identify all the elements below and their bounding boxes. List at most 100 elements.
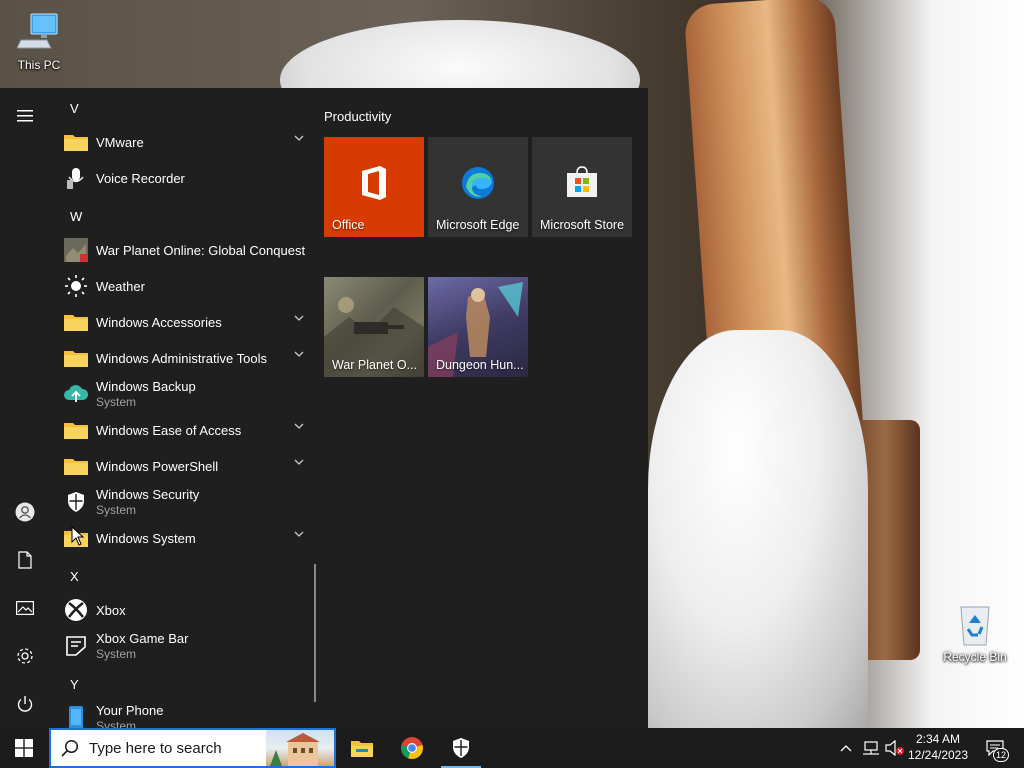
taskbar-windows-security[interactable] [437,728,485,768]
settings-button[interactable] [0,636,50,676]
app-name: Windows System [96,530,196,546]
folder-icon [62,452,90,480]
power-button[interactable] [0,684,50,724]
app-list-scrollbar[interactable] [314,564,316,702]
cloud-upload-icon [62,380,90,408]
tile-label: Dungeon Hun... [436,358,524,372]
letter-header-y[interactable]: Y [70,677,79,692]
desktop-icon-label: Recycle Bin [943,650,1007,664]
power-icon [17,696,33,712]
app-name: Your Phone [96,703,164,718]
file-explorer-icon [351,741,373,757]
letter-header-x[interactable]: X [70,569,79,584]
start-button[interactable] [0,728,48,768]
letter-header-v[interactable]: V [70,101,79,116]
chevron-down-icon[interactable] [294,314,304,322]
app-subtitle: System [96,503,137,517]
app-windows-system[interactable]: Windows System [62,520,312,556]
app-xbox[interactable]: Xbox [62,592,312,628]
expand-button[interactable] [0,96,50,136]
tiles-area: Productivity Office Microsoft Edge Micro… [324,88,648,728]
app-voice-recorder[interactable]: Voice Recorder [62,160,312,196]
search-icon [61,739,79,757]
tile-label: War Planet O... [332,358,417,372]
app-name: Windows Security [96,487,200,502]
chevron-down-icon[interactable] [294,422,304,430]
recycle-bin-icon [951,600,999,648]
tile-microsoft-store[interactable]: Microsoft Store [532,137,632,237]
settings-icon [17,648,33,664]
chevron-down-icon[interactable] [294,530,304,538]
tile-office[interactable]: Office [324,137,424,237]
user-icon [15,502,35,522]
app-name: Xbox Game Bar [96,631,189,646]
app-windows-accessories[interactable]: Windows Accessories [62,304,312,340]
search-placeholder: Type here to search [89,739,222,757]
app-list: V VMware Voice Recorder W War Planet Onl… [50,88,312,728]
chevron-down-icon[interactable] [294,350,304,358]
app-subtitle: System [96,719,137,728]
search-box[interactable]: Type here to search [49,728,336,768]
desktop-icon-label: This PC [17,58,61,72]
tile-dungeon-hunter[interactable]: Dungeon Hun... [428,277,528,377]
app-name: Voice Recorder [96,170,185,186]
tile-microsoft-edge[interactable]: Microsoft Edge [428,137,528,237]
computer-icon [15,8,63,56]
tray-network[interactable] [860,728,882,768]
app-weather[interactable]: Weather [62,268,312,304]
mouse-cursor-icon [71,526,85,546]
desktop-icon-this-pc[interactable]: This PC [4,8,74,72]
taskbar-chrome[interactable] [388,728,436,768]
app-subtitle: System [96,647,137,661]
tile-group-title[interactable]: Productivity [324,109,391,124]
store-icon [532,165,632,199]
pictures-icon [16,601,34,615]
edge-icon [428,165,528,201]
folder-icon [62,128,90,156]
chevron-down-icon[interactable] [294,458,304,466]
clock-time: 2:34 AM [915,732,961,746]
app-war-planet-online[interactable]: War Planet Online: Global Conquest [62,232,312,268]
tile-label: Microsoft Store [540,218,625,232]
start-rail [0,88,50,728]
sun-icon [62,272,90,300]
phone-icon [62,704,90,728]
shield-icon [62,488,90,516]
xbox-icon [62,596,90,624]
taskbar-file-explorer[interactable] [338,728,386,768]
taskbar: Type here to search 2:34 AM 12/24/2023 1… [0,728,1024,768]
chevron-up-icon [840,745,852,752]
tile-war-planet-online[interactable]: War Planet O... [324,277,424,377]
user-account-button[interactable] [0,492,50,532]
app-your-phone[interactable]: Your Phone System [62,700,312,728]
game-icon [62,236,90,264]
action-center-button[interactable]: 12 [980,728,1010,768]
app-name: Windows Ease of Access [96,422,242,438]
app-xbox-game-bar[interactable]: Xbox Game Bar System [62,628,312,664]
hamburger-icon [17,110,33,122]
pictures-button[interactable] [0,588,50,628]
app-windows-powershell[interactable]: Windows PowerShell [62,448,312,484]
tile-label: Microsoft Edge [436,218,520,232]
office-icon [324,165,424,201]
app-vmware[interactable]: VMware [62,124,312,160]
tray-overflow-button[interactable] [836,728,856,768]
folder-icon [62,344,90,372]
app-windows-ease-of-access[interactable]: Windows Ease of Access [62,412,312,448]
game-bar-icon [62,632,90,660]
app-windows-administrative-tools[interactable]: Windows Administrative Tools [62,340,312,376]
chevron-down-icon[interactable] [294,134,304,142]
app-windows-backup[interactable]: Windows Backup System [62,376,312,412]
chrome-icon [401,737,423,760]
letter-header-w[interactable]: W [70,209,82,224]
app-windows-security[interactable]: Windows Security System [62,484,312,520]
clock[interactable]: 2:34 AM 12/24/2023 [900,731,976,763]
folder-icon [62,416,90,444]
notification-count-badge: 12 [993,748,1009,762]
desktop-icon-recycle-bin[interactable]: Recycle Bin [940,600,1010,664]
windows-logo-icon [15,739,33,757]
start-menu: V VMware Voice Recorder W War Planet Onl… [0,88,648,728]
documents-button[interactable] [0,540,50,580]
wallpaper-fur [648,330,868,728]
windows-security-icon [453,738,469,758]
